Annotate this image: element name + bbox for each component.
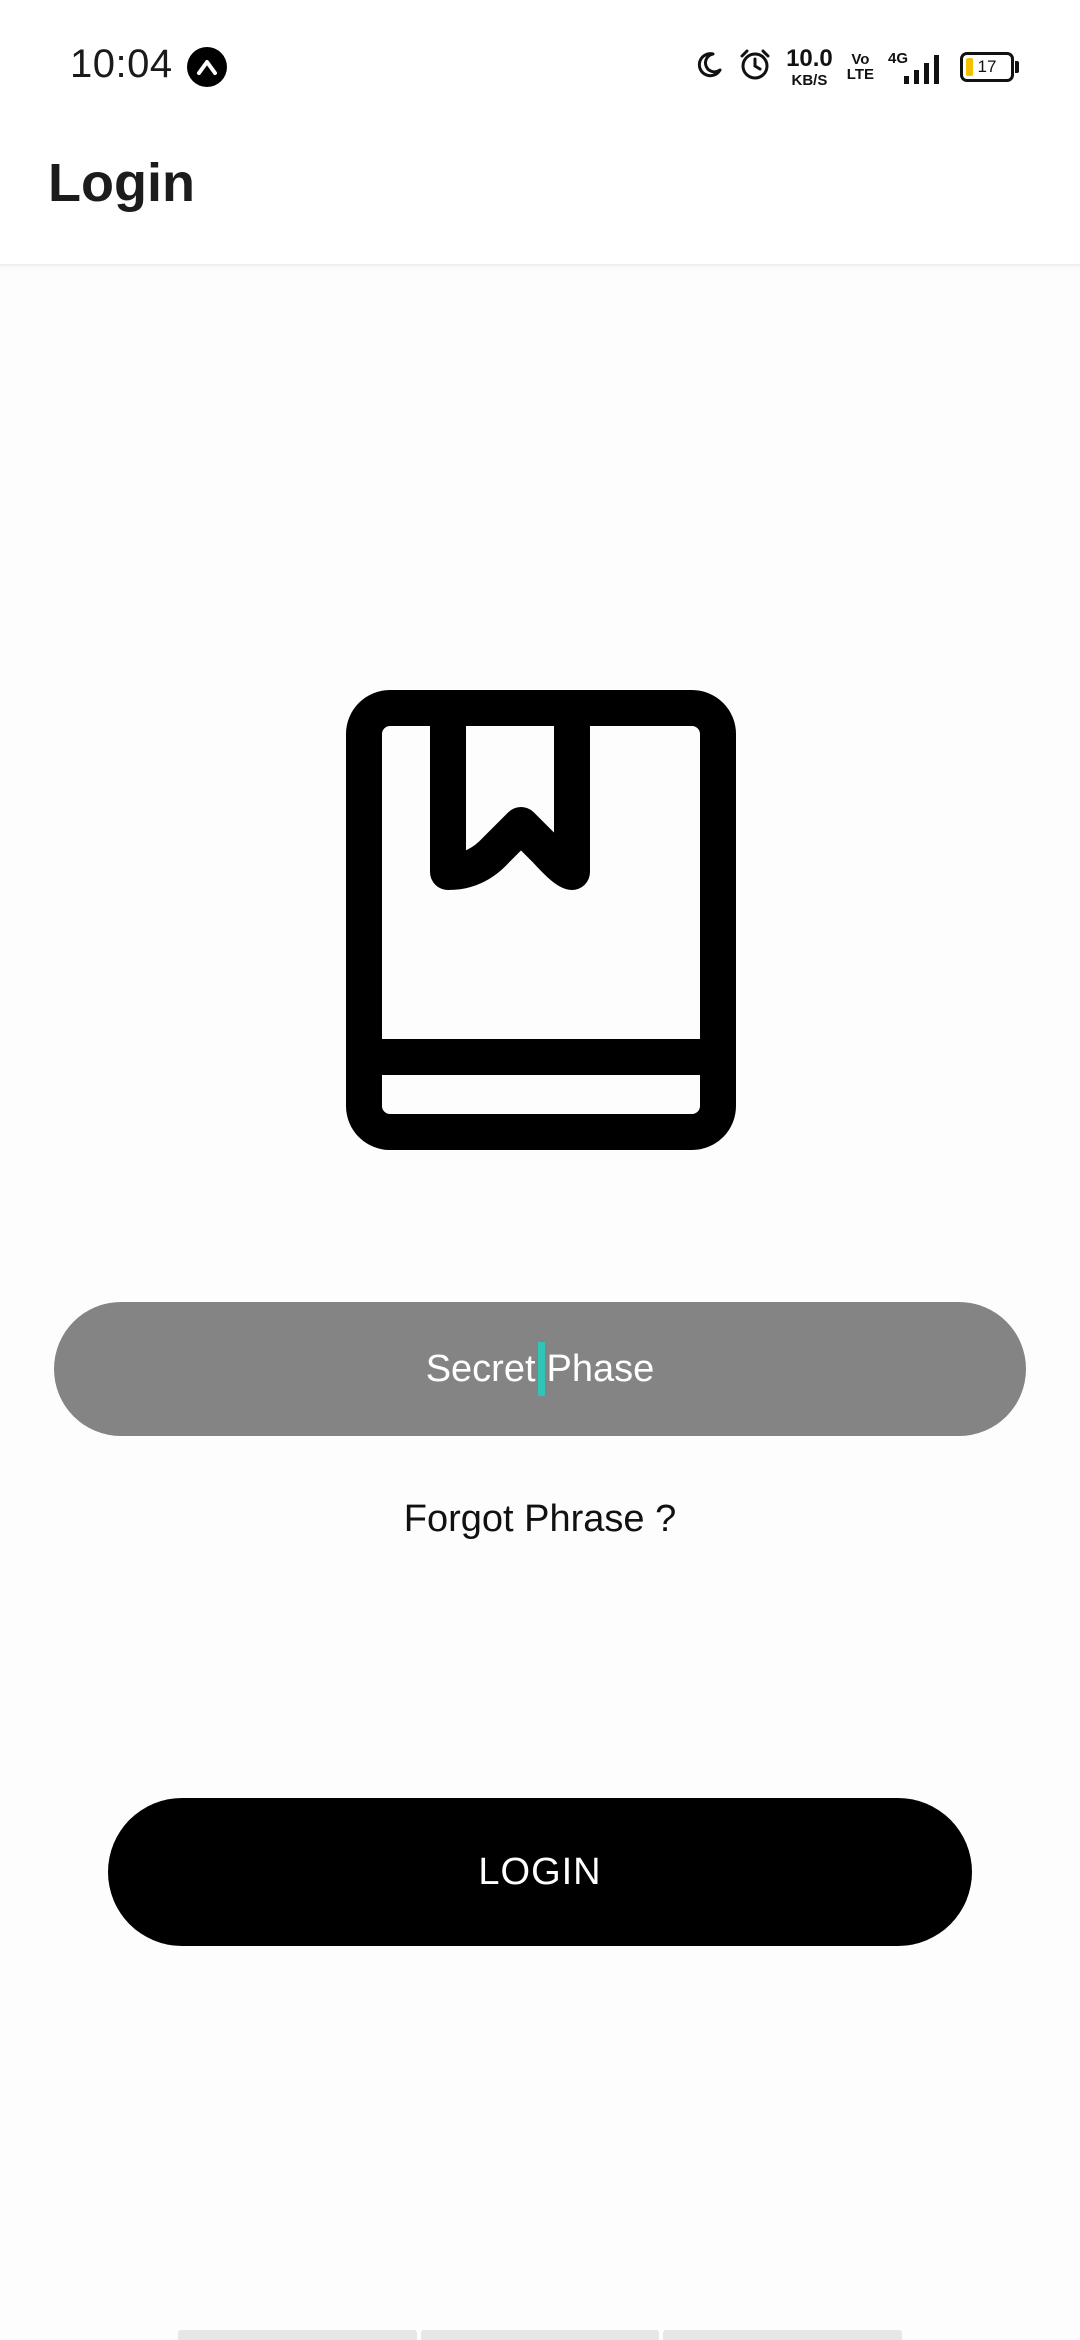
forgot-phrase-link[interactable]: Forgot Phrase ? xyxy=(0,1498,1080,1541)
network-type: 4G xyxy=(888,50,909,67)
status-bar: 10:04 10.0 KB/S Vo LTE 4G 17 xyxy=(0,0,1080,132)
text-cursor xyxy=(537,1342,545,1396)
login-screen: 10:04 10.0 KB/S Vo LTE 4G 17 Login Secre… xyxy=(0,0,1080,2340)
secret-phrase-input[interactable]: Secret Phase xyxy=(54,1302,1026,1436)
network-speed-value: 10.0 xyxy=(786,44,833,72)
battery-icon: 17 xyxy=(960,52,1019,82)
status-icons: 10.0 KB/S Vo LTE 4G 17 xyxy=(694,42,1019,92)
volte-indicator: Vo LTE xyxy=(847,52,874,82)
book-bookmark-icon xyxy=(346,690,736,1150)
battery-level: 17 xyxy=(977,57,997,76)
login-button[interactable]: LOGIN xyxy=(108,1798,972,1946)
secret-phrase-value: Secret Phase xyxy=(425,1342,655,1396)
signal-icon: 4G xyxy=(888,50,946,84)
volte-bottom: LTE xyxy=(846,66,874,83)
network-speed: 10.0 KB/S xyxy=(786,44,833,89)
bottom-edge-strip xyxy=(178,2330,903,2340)
status-time: 10:04 xyxy=(70,42,173,86)
alarm-icon xyxy=(738,48,772,87)
app-bar: Login xyxy=(0,132,1080,266)
moon-icon xyxy=(694,50,724,85)
phrase-text-after-cursor: Phase xyxy=(546,1347,655,1390)
phrase-text-before-cursor: Secret xyxy=(425,1347,536,1390)
volte-top: Vo xyxy=(851,51,870,68)
network-speed-unit: KB/S xyxy=(791,71,828,89)
page-title: Login xyxy=(48,153,195,213)
notification-app-icon xyxy=(187,47,227,87)
